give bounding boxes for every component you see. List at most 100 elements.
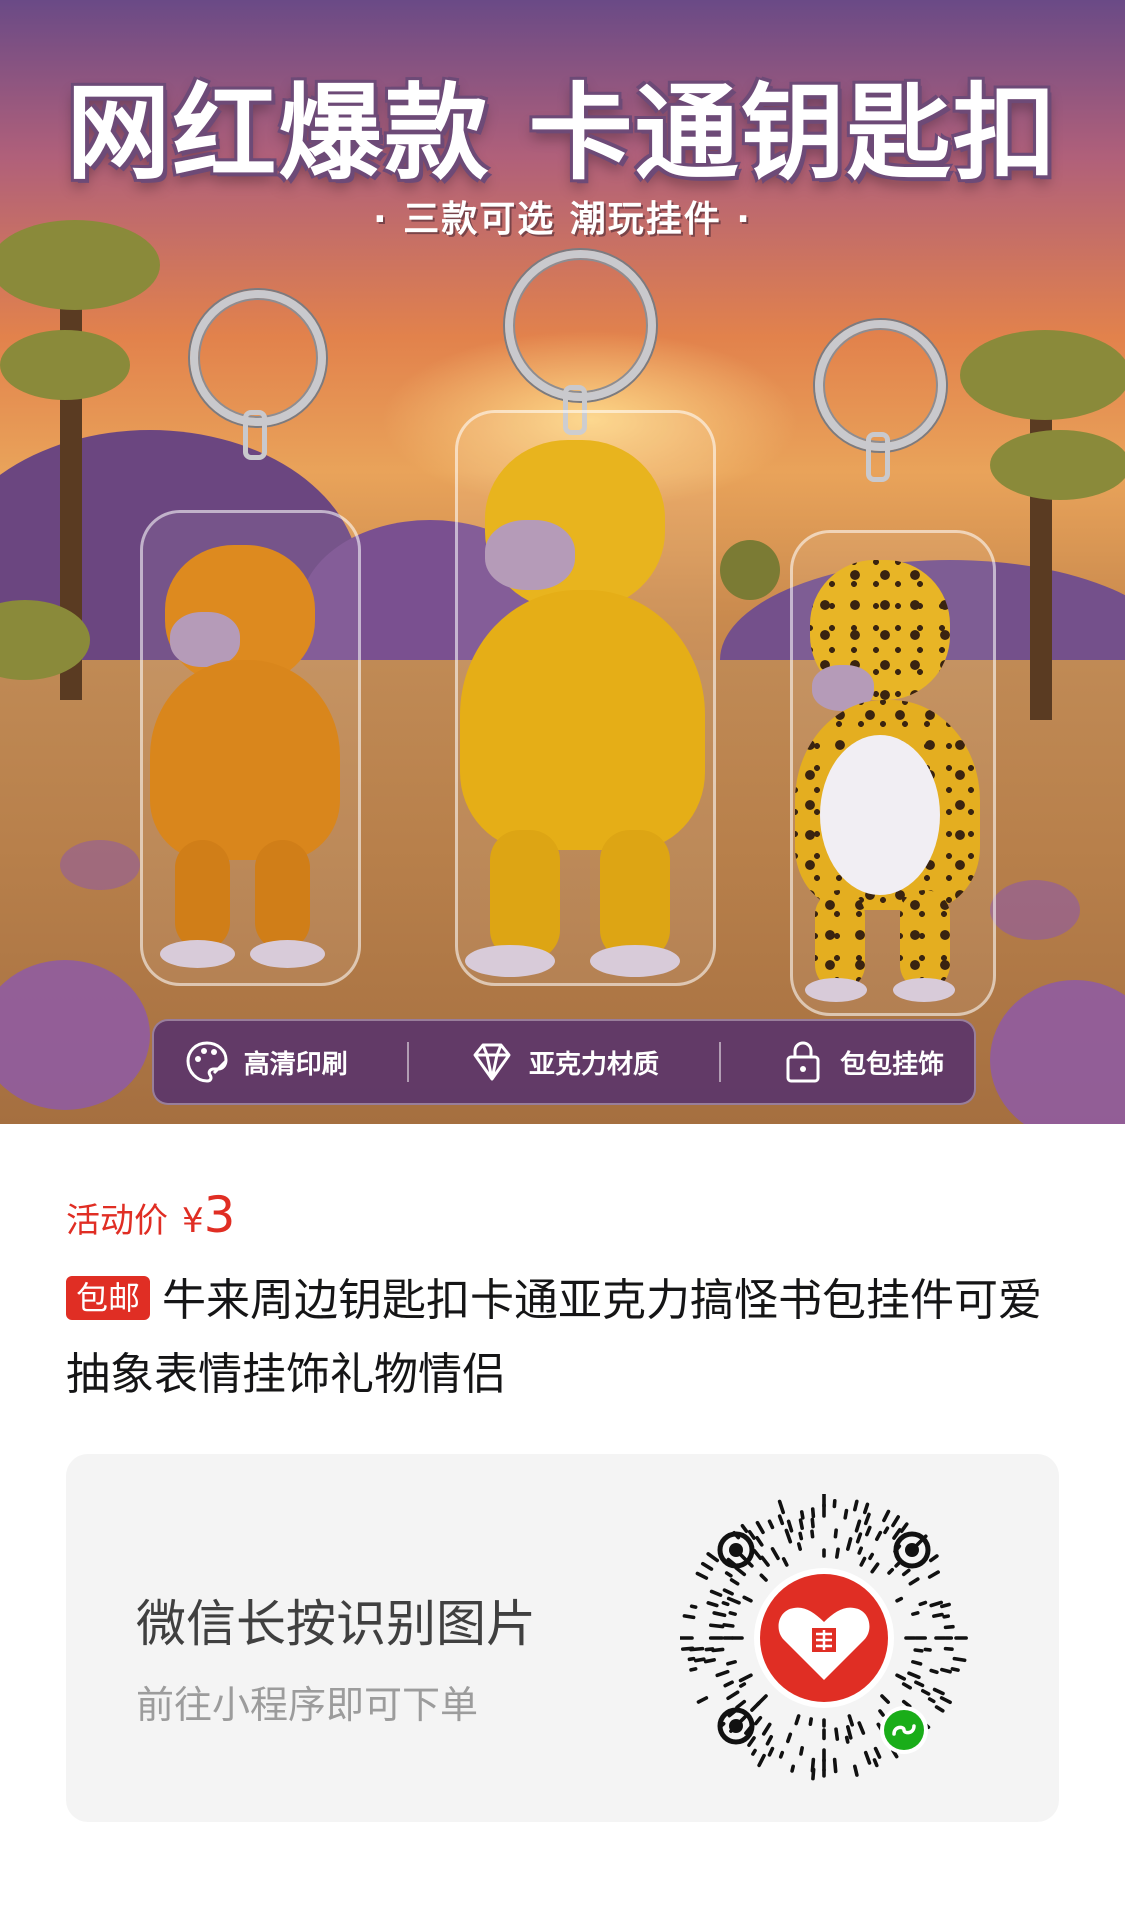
qr-module [810, 1529, 815, 1539]
qr-module [950, 1667, 960, 1672]
qr-module [687, 1656, 696, 1662]
qr-module [923, 1647, 932, 1652]
qr-module [767, 1746, 775, 1757]
qr-module [715, 1669, 730, 1678]
feature-item: 包包挂饰 [780, 1039, 944, 1085]
qr-module [857, 1721, 866, 1735]
qr-module [799, 1746, 804, 1756]
qr-module [711, 1647, 725, 1653]
qr-module [704, 1647, 715, 1652]
qr-card-subtitle: 前往小程序即可下单 [136, 1683, 479, 1727]
qr-module [932, 1687, 945, 1696]
qr-module [751, 1748, 757, 1756]
qr-module [901, 1682, 912, 1690]
qr-module [883, 1526, 890, 1535]
qr-module [835, 1547, 840, 1559]
qr-module [689, 1667, 698, 1672]
qr-module [846, 1537, 853, 1551]
qr-module [952, 1656, 967, 1663]
qr-card-title: 微信长按识别图片 [136, 1595, 536, 1653]
qr-finder-dot [905, 1543, 919, 1557]
divider [718, 1042, 721, 1082]
qr-module [729, 1578, 740, 1586]
miniprogram-qr-code[interactable] [680, 1494, 968, 1782]
qr-module [810, 1507, 816, 1519]
qr-module [855, 1532, 863, 1544]
qr-module [689, 1604, 698, 1609]
qr-module [709, 1589, 723, 1597]
qr-module [754, 1715, 763, 1726]
product-title[interactable]: 包邮 牛来周边钥匙扣卡通亚克力搞怪书包挂件可爱抽象表情挂饰礼物情侣 [66, 1264, 1056, 1412]
qr-module [892, 1528, 902, 1540]
divider [407, 1042, 410, 1082]
qr-module [934, 1705, 945, 1713]
qr-module [708, 1623, 725, 1629]
qr-module [882, 1509, 891, 1523]
qr-module [899, 1522, 909, 1534]
qr-module [811, 1767, 816, 1781]
qr-module [843, 1508, 849, 1520]
qr-module [927, 1570, 940, 1579]
qr-module [682, 1614, 696, 1620]
qr-module [777, 1499, 786, 1515]
qr-module [891, 1515, 900, 1528]
qr-module [739, 1682, 747, 1688]
qr-module [901, 1699, 912, 1709]
qr-module [738, 1673, 753, 1683]
qr-module [706, 1601, 719, 1608]
qr-module [786, 1732, 793, 1744]
key-ring-link [866, 432, 890, 482]
qr-module [798, 1518, 804, 1530]
qr-module [750, 1701, 761, 1712]
key-ring [190, 290, 326, 426]
qr-module [942, 1614, 951, 1619]
qr-module [680, 1646, 695, 1651]
qr-module [784, 1528, 793, 1544]
qr-module [911, 1660, 923, 1666]
qr-module [740, 1523, 749, 1534]
qr-module [920, 1688, 931, 1696]
key-ring-link [243, 410, 267, 460]
diamond-icon [473, 1043, 511, 1081]
qr-module [810, 1517, 815, 1529]
qr-module [760, 1555, 770, 1567]
price-row: 活动价 ¥ 3 [66, 1186, 235, 1244]
qr-module [857, 1546, 863, 1555]
qr-module [790, 1764, 795, 1773]
qr-module [794, 1714, 801, 1726]
qr-module [797, 1542, 802, 1551]
qr-module [832, 1757, 838, 1774]
qr-module [927, 1697, 936, 1704]
qr-module [747, 1529, 756, 1540]
qr-module [778, 1750, 785, 1759]
qr-module [873, 1746, 882, 1759]
qr-module [700, 1561, 714, 1571]
qr-module [755, 1535, 764, 1547]
tree [0, 330, 130, 400]
palette-icon [186, 1041, 228, 1083]
qr-module [868, 1552, 875, 1561]
feature-bar: 高清印刷 亚克力材质 包包挂饰 [152, 1019, 976, 1105]
qr-module [723, 1680, 734, 1688]
qr-module [895, 1673, 907, 1681]
miniprogram-qr-card[interactable]: 微信长按识别图片 前往小程序即可下单 [66, 1454, 1059, 1822]
qr-finder-dot [729, 1543, 743, 1557]
qr-module [734, 1566, 747, 1577]
tree [990, 430, 1125, 500]
feature-label: 亚克力材质 [528, 1049, 659, 1080]
qr-module [908, 1577, 920, 1586]
qr-module [929, 1600, 944, 1608]
qr-module [833, 1528, 838, 1539]
qr-module [844, 1735, 850, 1744]
qr-module [765, 1734, 774, 1746]
product-title-text: 牛来周边钥匙扣卡通亚克力搞怪书包挂件可爱抽象表情挂饰礼物情侣 [66, 1275, 1043, 1400]
bag-lock-icon [786, 1041, 820, 1083]
qr-module [761, 1722, 772, 1736]
qr-module [712, 1611, 727, 1618]
qr-module [940, 1667, 952, 1674]
qr-module [918, 1600, 928, 1607]
qr-module [735, 1699, 747, 1710]
qr-module [859, 1556, 867, 1567]
qr-module [928, 1554, 939, 1563]
qr-module [929, 1668, 939, 1675]
